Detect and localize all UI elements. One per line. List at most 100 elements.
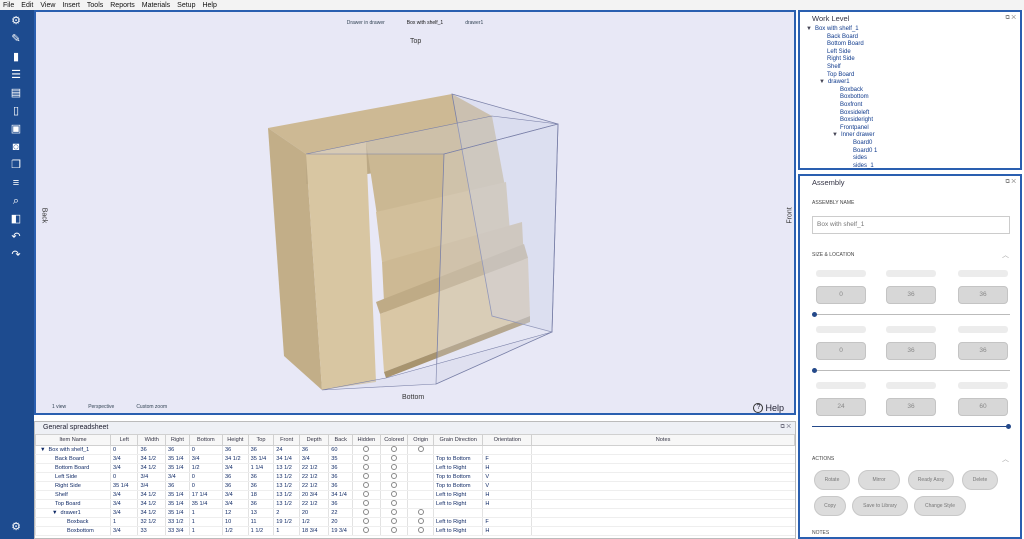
table-cell[interactable]: 34 1/2 xyxy=(222,454,249,464)
column-header[interactable]: Top xyxy=(247,434,275,446)
table-cell[interactable]: 1/2 xyxy=(188,463,223,473)
table-cell[interactable]: 11 xyxy=(247,517,274,527)
table-cell[interactable]: 35 1/4 xyxy=(164,508,190,518)
column-header[interactable]: Left xyxy=(109,434,139,446)
grain-direction-cell[interactable]: Left to Right xyxy=(433,499,483,509)
origin-checkbox[interactable] xyxy=(407,481,434,491)
projection-dropdown[interactable]: Perspective xyxy=(88,404,114,410)
tree-item[interactable]: ▼ Inner drawer xyxy=(806,132,1020,140)
spreadsheet-window-controls[interactable]: ⧉ ✕ xyxy=(780,424,791,431)
table-cell[interactable]: 36 xyxy=(222,445,249,455)
table-cell[interactable]: 1 xyxy=(188,526,223,536)
origin-checkbox[interactable] xyxy=(407,454,434,464)
table-cell[interactable]: 35 1/4 xyxy=(164,454,190,464)
table-cell[interactable]: 22 1/2 xyxy=(298,499,329,509)
tree-item[interactable]: Board0 xyxy=(806,140,1020,148)
tree-item[interactable]: Bottom Board xyxy=(806,41,1020,49)
table-cell[interactable]: 36 xyxy=(328,472,353,482)
table-cell[interactable]: 35 1/4 xyxy=(164,499,190,509)
column-header[interactable]: Colored xyxy=(379,434,409,446)
table-cell[interactable]: 0 xyxy=(188,481,223,491)
height-slider[interactable] xyxy=(812,368,1010,373)
table-cell[interactable]: 3/4 xyxy=(109,499,138,509)
orientation-cell[interactable]: F xyxy=(482,517,532,527)
table-cell[interactable]: 36 xyxy=(137,445,166,455)
camera-icon[interactable]: ◙ xyxy=(8,140,24,154)
notes-cell[interactable] xyxy=(531,490,795,500)
menu-edit[interactable]: Edit xyxy=(21,2,33,9)
menu-tools[interactable]: Tools xyxy=(87,2,103,9)
hidden-checkbox[interactable] xyxy=(352,526,381,536)
table-cell[interactable]: 10 xyxy=(222,517,249,527)
table-cell[interactable]: 18 3/4 xyxy=(298,526,329,536)
3d-viewport[interactable]: Drawer in drawer Box with shelf_1 drawer… xyxy=(34,10,796,415)
table-cell[interactable]: 1/2 xyxy=(222,526,249,536)
cabinet-3d-model[interactable] xyxy=(36,12,798,417)
table-cell[interactable]: 3/4 xyxy=(222,499,249,509)
table-cell[interactable]: 36 xyxy=(164,445,190,455)
tree-item[interactable]: Left Side xyxy=(806,49,1020,57)
table-cell[interactable]: 3/4 xyxy=(137,481,166,491)
table-cell[interactable]: 22 1/2 xyxy=(298,463,329,473)
table-row[interactable]: ▼ Box with shelf_1 0 36 36 0 36 36 24 36 60 xyxy=(35,445,795,455)
left-value[interactable]: 0 xyxy=(816,286,866,304)
tree-item[interactable]: Top Board xyxy=(806,72,1020,80)
hidden-checkbox[interactable] xyxy=(352,445,381,455)
table-cell[interactable]: 36 xyxy=(247,481,274,491)
column-header[interactable]: Depth xyxy=(298,434,330,446)
save-icon[interactable]: ▣ xyxy=(8,122,24,136)
table-cell[interactable]: 33 xyxy=(137,526,166,536)
colored-checkbox[interactable] xyxy=(379,472,408,482)
table-cell[interactable]: 13 xyxy=(247,508,274,518)
table-row[interactable]: Back Board 3/4 34 1/2 35 1/4 3/4 34 1/2 35 1/4… xyxy=(35,454,795,464)
table-cell[interactable]: 34 1/4 xyxy=(328,490,353,500)
menu-setup[interactable]: Setup xyxy=(177,2,195,9)
tree-item[interactable]: sides xyxy=(806,155,1020,163)
origin-checkbox[interactable] xyxy=(407,499,434,509)
notes-cell[interactable] xyxy=(531,526,795,536)
table-cell[interactable]: 36 xyxy=(328,463,353,473)
tree-item[interactable]: sides_1 xyxy=(806,163,1020,171)
origin-checkbox[interactable] xyxy=(407,490,434,500)
origin-checkbox[interactable] xyxy=(407,445,434,455)
table-cell[interactable]: 0 xyxy=(109,445,138,455)
width-slider[interactable] xyxy=(812,312,1010,317)
table-cell[interactable]: 35 1/4 xyxy=(164,463,190,473)
menu-materials[interactable]: Materials xyxy=(142,2,170,9)
grain-direction-cell[interactable]: Left to Right xyxy=(433,526,483,536)
redo-icon[interactable]: ↷ xyxy=(8,248,24,262)
tree-item[interactable]: Back Board xyxy=(806,34,1020,42)
table-cell[interactable]: 36 xyxy=(247,499,274,509)
notes-cell[interactable] xyxy=(531,463,795,473)
delete-button[interactable]: Delete xyxy=(962,470,998,490)
table-row[interactable]: ▼ drawer1 3/4 34 1/2 35 1/4 1 12 13 2 20 22 xyxy=(35,508,795,518)
grain-direction-cell[interactable] xyxy=(433,508,483,518)
table-row[interactable]: Bottom Board 3/4 34 1/2 35 1/4 1/2 3/4 1 1/4 13… xyxy=(35,463,795,473)
table-cell[interactable]: 3/4 xyxy=(109,508,138,518)
column-header[interactable]: Grain Direction xyxy=(433,434,484,446)
notes-cell[interactable] xyxy=(531,499,795,509)
table-cell[interactable]: 32 1/2 xyxy=(137,517,166,527)
menu-help[interactable]: Help xyxy=(202,2,216,9)
table-cell[interactable]: 35 1/4 xyxy=(164,490,190,500)
orientation-cell[interactable]: H xyxy=(482,490,532,500)
tree-item[interactable]: Boxsideleft xyxy=(806,110,1020,118)
tree-item[interactable]: Right Side xyxy=(806,56,1020,64)
shelf-icon[interactable]: ☰ xyxy=(8,68,24,82)
origin-checkbox[interactable] xyxy=(407,463,434,473)
tree-item[interactable]: Boxsideright xyxy=(806,117,1020,125)
table-row[interactable]: Left Side 0 3/4 3/4 0 36 36 13 1/2 22 1/2 36 Top t… xyxy=(35,472,795,482)
column-header[interactable]: Origin xyxy=(407,434,435,446)
table-cell[interactable]: 3/4 xyxy=(164,472,190,482)
table-cell[interactable]: 3/4 xyxy=(137,472,166,482)
hidden-checkbox[interactable] xyxy=(352,472,381,482)
bottom-value[interactable]: 0 xyxy=(816,342,866,360)
orientation-cell[interactable]: V xyxy=(482,481,532,491)
table-cell[interactable]: 35 1/4 xyxy=(188,499,223,509)
table-cell[interactable]: 13 1/2 xyxy=(273,490,300,500)
column-header[interactable]: Notes xyxy=(531,434,795,446)
table-cell[interactable]: 34 1/2 xyxy=(137,508,166,518)
table-cell[interactable]: 36 xyxy=(164,481,190,491)
table-cell[interactable]: 36 xyxy=(247,472,274,482)
width-value[interactable]: 36 xyxy=(886,286,936,304)
